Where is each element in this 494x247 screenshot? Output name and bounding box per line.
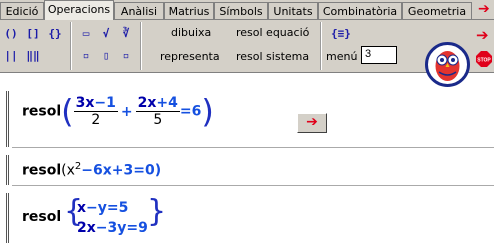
plus-operator: + — [120, 103, 133, 120]
number-input[interactable]: 3 — [361, 46, 397, 64]
expr-part-e: 0) — [145, 162, 162, 179]
expression-cell[interactable]: resol(x2−6x+3=0) — [6, 155, 494, 186]
norm-icon[interactable]: ‖‖ — [25, 48, 41, 64]
power-icon[interactable]: ▯ — [98, 48, 114, 64]
resol-sistema-button[interactable]: resol sistema — [236, 50, 309, 63]
command-resol: resol — [22, 162, 62, 179]
numerator-1b: −1 — [94, 95, 116, 111]
row1-b: −y — [86, 200, 107, 216]
numerator-2b: +4 — [156, 95, 178, 111]
system-row-2: 2x−3y=9 — [77, 220, 148, 236]
dibuixa-button[interactable]: dibuixa — [171, 26, 211, 39]
sqrt-icon[interactable]: √ — [98, 26, 114, 42]
next-tabs-arrow-icon[interactable]: ➔ — [478, 1, 490, 17]
numerator-2a: 2x — [137, 95, 157, 111]
expression-cell[interactable]: resol { x−y=5 2x−3y=9 } — [6, 193, 494, 243]
resol-equacio-button[interactable]: resol equació — [236, 26, 309, 39]
equation-1: resol(3x−1 2 +2x+4 5 =6) — [22, 95, 214, 128]
tab-analisi[interactable]: Anàlisi — [114, 2, 164, 19]
expr-part-c: +3 — [111, 162, 134, 179]
tab-bar: Edició Operacions Anàlisi Matrius Símbol… — [0, 0, 494, 20]
tab-operacions[interactable]: Operacions — [44, 0, 114, 20]
tab-unitats[interactable]: Unitats — [268, 2, 318, 19]
menu-button[interactable]: menú — [326, 50, 357, 63]
row2-eq: = — [126, 220, 139, 236]
nth-root-icon[interactable]: ∛ — [118, 26, 134, 42]
denominator-1: 2 — [91, 112, 101, 128]
cell-bracket — [6, 193, 9, 243]
parentheses-icon[interactable]: () — [3, 26, 19, 42]
row2-a: 2x — [77, 220, 96, 236]
expression-cell[interactable]: resol(3x−1 2 +2x+4 5 =6) — [6, 91, 494, 148]
cell-divider — [12, 185, 494, 186]
cell-divider — [12, 147, 494, 148]
stop-icon[interactable]: STOP — [476, 51, 492, 67]
close-brace: } — [147, 194, 167, 229]
row2-b: −3y — [95, 220, 127, 236]
owl-logo-icon — [425, 42, 470, 87]
toolbar-separator — [320, 22, 322, 70]
list-icon[interactable]: {≡} — [331, 26, 351, 42]
cell-bracket — [6, 91, 9, 147]
command-resol: resol — [22, 209, 62, 225]
execute-arrow-icon[interactable]: ➔ — [476, 26, 489, 44]
svg-text:STOP: STOP — [477, 58, 491, 64]
toolbar-separator — [70, 22, 72, 70]
equation-2: resol(x2−6x+3=0) — [22, 161, 161, 179]
row1-a: x — [77, 200, 87, 216]
row1-eq: = — [106, 200, 119, 216]
command-resol: resol — [22, 103, 62, 120]
toolbar: () [] {} || ‖‖ ▭ √ ∛ ▫ ▯ ▫ dibuixa repre… — [0, 20, 494, 87]
numerator-1a: 3x — [75, 95, 95, 111]
representa-button[interactable]: representa — [160, 50, 220, 63]
fraction-icon[interactable]: ▭ — [78, 26, 94, 42]
fraction-1: 3x−1 2 — [73, 95, 118, 128]
subscript-icon[interactable]: ▫ — [118, 48, 134, 64]
equals-sign: = — [179, 103, 192, 120]
go-button[interactable]: ➔ — [297, 113, 327, 133]
rhs-value: 6 — [191, 103, 202, 120]
row1-rhs: 5 — [118, 200, 129, 216]
denominator-2: 5 — [153, 112, 163, 128]
subscript-superscript-icon[interactable]: ▫ — [78, 48, 94, 64]
tab-simbols[interactable]: Símbols — [214, 2, 268, 19]
abs-value-icon[interactable]: || — [3, 48, 19, 64]
braces-icon[interactable]: {} — [47, 26, 63, 42]
open-paren: ( — [61, 92, 74, 131]
tab-geometria[interactable]: Geometria — [402, 2, 472, 19]
fraction-2: 2x+4 5 — [135, 95, 180, 128]
brackets-icon[interactable]: [] — [25, 26, 41, 42]
system-row-1: x−y=5 — [77, 200, 128, 216]
cell-bracket — [6, 155, 9, 185]
expr-part-a: (x — [61, 162, 75, 179]
equals-sign: = — [133, 162, 146, 179]
expr-part-b: −6x — [81, 162, 112, 179]
close-paren: ) — [201, 92, 214, 131]
tab-matrius[interactable]: Matrius — [164, 2, 214, 19]
toolbar-separator — [140, 22, 142, 70]
tab-combinatoria[interactable]: Combinatòria — [318, 2, 402, 19]
tab-edicio[interactable]: Edició — [0, 2, 44, 19]
red-arrow-icon: ➔ — [306, 114, 318, 130]
